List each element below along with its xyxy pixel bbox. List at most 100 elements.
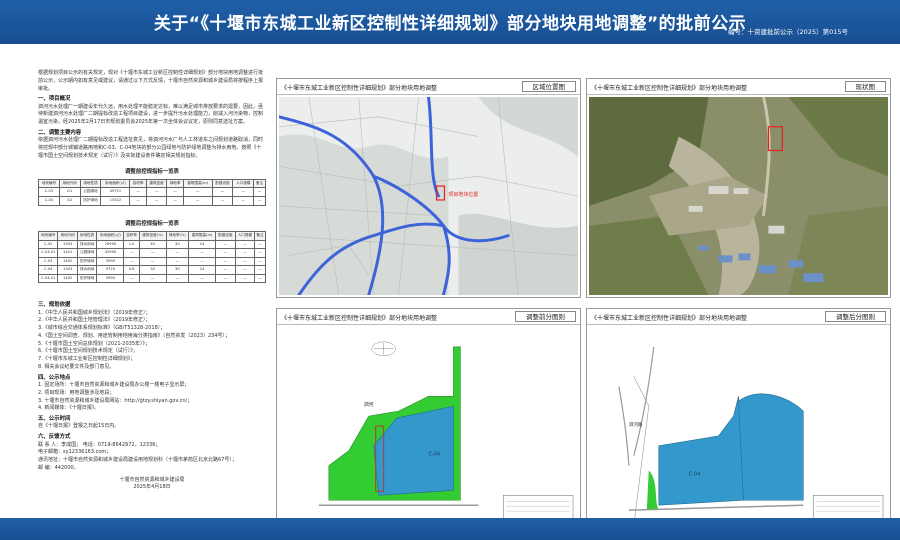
table-cell: —: [234, 256, 256, 267]
table-cell: C-03: [37, 256, 59, 267]
panel-label: 区域位置图: [521, 81, 576, 92]
table-cell: 30: [165, 239, 190, 250]
parcel-label: C-04: [429, 452, 441, 458]
table-cell: C-03-01: [37, 248, 59, 258]
list-item: 邮 编：442000。: [38, 464, 79, 471]
panel-header: 《十堰市东城工业新区控制性详细规划》部分地块用地调整 调整后分图则: [587, 309, 890, 325]
section-5-text: 自《十堰日报》登报之日起15日内。: [38, 423, 120, 430]
table-cell: —: [215, 265, 236, 275]
table-cell: 防护绿地: [76, 273, 98, 284]
footer-bar: [0, 518, 900, 540]
table-header-cell: 绿地率(%): [165, 230, 190, 241]
location-map-image: 项目地块位置: [279, 97, 578, 295]
panel-header: 《十堰市东城工业新区控制性详细规划》部分地块用地调整 调整前分图则: [277, 309, 580, 325]
panel-header: 《十堰市东城工业新区控制性详细规划》部分地块用地调整 区域位置图: [277, 79, 580, 95]
list-item: 2. 项目现场：用地调整涉及地段；: [38, 389, 115, 396]
table-cell: 24: [188, 265, 217, 275]
before-plan-map: C-04 泗河: [279, 327, 578, 525]
table-cell: —: [145, 196, 168, 206]
table-cell: —: [211, 187, 234, 197]
table-cell: —: [211, 196, 234, 206]
signing-date: 2025年4月18日: [133, 484, 171, 491]
table-header-cell: 用地性质: [79, 178, 102, 189]
table-cell: 1401: [57, 248, 78, 258]
list-item: 电子邮箱：sy12336163.com；: [38, 449, 112, 456]
table-header-cell: 配建设施: [215, 230, 236, 241]
table-header-cell: 建筑密度: [145, 178, 168, 189]
table-row: C-03 1402 防护绿地 3990 — — — — — — —: [37, 256, 266, 267]
table-cell: —: [253, 187, 266, 197]
intro-paragraph: 根据规划项目公示的有关规定，现对《十堰市东城工业新区控制性详细规划》部分地块用地…: [38, 70, 264, 92]
road-label: 泗河路: [629, 421, 643, 428]
table-cell: 9720: [96, 265, 125, 275]
table-cell: —: [138, 273, 167, 284]
panel-location-map: 《十堰市东城工业新区控制性详细规划》部分地块用地调整 区域位置图 项目地块位置: [276, 78, 581, 298]
table-cell: —: [215, 248, 236, 258]
list-item: 4.《国土空间调查、规划、用途管制用地用海分类指南》（自然资发〔2023〕234…: [38, 332, 231, 339]
table-cell: —: [254, 256, 266, 267]
table-header-cell: 用地代码: [58, 178, 81, 189]
location-list: 1. 固定场所：十堰市自然资源和城乡建设局办公楼一楼电子显示屏； 2. 项目现场…: [38, 382, 266, 413]
table-cell: —: [123, 256, 140, 267]
table-cell: 29990: [96, 239, 125, 250]
table-header-cell: 用地面积(㎡): [100, 178, 131, 189]
table-cell: —: [166, 187, 184, 197]
table-cell: G1: [58, 187, 81, 197]
table-header-cell: 容积率: [129, 178, 147, 189]
table-cell: —: [215, 256, 236, 267]
table-cell: —: [234, 265, 256, 275]
table-header-cell: 容积率: [123, 230, 140, 241]
table-cell: —: [165, 248, 190, 258]
table-cell: —: [188, 256, 217, 267]
table-header-cell: 人口规模: [232, 178, 255, 189]
table-row: C-03-01 1401 公园绿地 32990 — — — — — — —: [37, 248, 266, 258]
table-header-cell: 建筑限高(m): [188, 230, 217, 241]
table-cell: —: [234, 273, 256, 284]
table-cell: —: [232, 187, 255, 197]
table-before: 地块编号 用地代码 用地性质 用地面积(㎡) 容积率 建筑密度 绿地率 建筑限高…: [38, 178, 266, 206]
section-4-title: 四、公示地点: [38, 374, 71, 381]
table-cell: 5990: [96, 273, 125, 284]
table-row: C-02 1303 排水用地 29990 1.0 40 30 24 — — —: [37, 239, 266, 250]
table-cell: —: [215, 239, 236, 250]
after-plan-map: C-04 泗河路: [589, 327, 888, 525]
table-row: C-03 G1 公园绿地 49751 — — — — — — —: [38, 187, 266, 197]
table-cell: 24: [188, 239, 217, 250]
table-header-cell: 用地性质: [76, 230, 98, 241]
table-header-cell: 配建设施: [211, 178, 234, 189]
table-header-cell: 人口规模: [234, 230, 256, 241]
panel-after-plan: 《十堰市东城工业新区控制性详细规划》部分地块用地调整 调整后分图则 C-04 泗…: [586, 308, 891, 528]
table-cell: —: [182, 196, 213, 206]
table-cell: 0.8: [123, 265, 140, 275]
table-cell: 1402: [57, 273, 78, 284]
list-item: 4. 新闻媒体：《十堰日报》。: [38, 405, 100, 412]
table-cell: 15302: [100, 196, 131, 206]
table-cell: —: [145, 187, 168, 197]
table-cell: 1.0: [123, 239, 140, 250]
table-cell: 30: [165, 265, 190, 275]
table-row: C-04-01 1402 防护绿地 5990 — — — — — — —: [37, 273, 266, 284]
table-after-title: 调整后控规指标一览表: [125, 220, 179, 227]
panel-title: 《十堰市东城工业新区控制性详细规划》部分地块用地调整: [591, 85, 748, 92]
table-cell: 1303: [57, 265, 78, 275]
table-cell: 32990: [96, 248, 125, 258]
table-cell: 排水用地: [76, 265, 98, 275]
table-header-cell: 建筑密度(%): [138, 230, 167, 241]
list-item: 通讯地址：十堰市自然资源和城乡建设局建设用地规划科（十堰市茅箭区北京北路67号）…: [38, 457, 237, 464]
section-1-title: 一、项目概况: [38, 96, 71, 103]
table-cell: 50: [138, 265, 167, 275]
table-header-cell: 用地面积(㎡): [96, 230, 125, 241]
road-label: 泗河: [364, 401, 374, 408]
panel-label: 调整后分图则: [825, 311, 886, 322]
table-cell: 1402: [57, 256, 78, 267]
table-header-cell: 用地代码: [57, 230, 78, 241]
table-cell: —: [165, 256, 190, 267]
notice-text-column: 根据规划项目公示的有关规定，现对《十堰市东城工业新区控制性详细规划》部分地块用地…: [37, 70, 266, 492]
table-cell: 防护绿地: [79, 196, 102, 206]
table-cell: —: [254, 265, 266, 275]
list-item: 8. 相关会议纪要文件及部门意见。: [38, 363, 115, 370]
table-cell: —: [188, 273, 217, 284]
panel-title: 《十堰市东城工业新区控制性详细规划》部分地块用地调整: [281, 315, 438, 322]
table-header-row: 地块编号 用地代码 用地性质 用地面积(㎡) 容积率 建筑密度 绿地率 建筑限高…: [38, 178, 266, 189]
parcel-label: C-04: [689, 472, 701, 478]
